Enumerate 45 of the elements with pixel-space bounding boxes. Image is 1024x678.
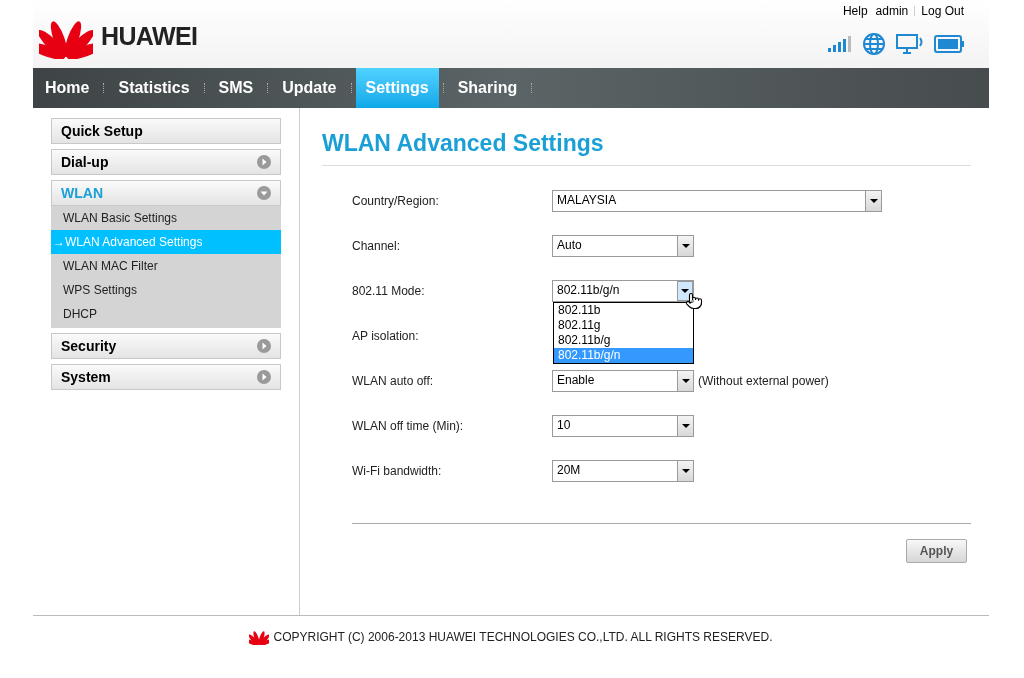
header-link[interactable]: admin	[875, 2, 909, 20]
signal-bars-icon	[828, 36, 852, 52]
nav-tab[interactable]: SMS	[208, 68, 264, 108]
copyright-text: COPYRIGHT (C) 2006-2013 HUAWEI TECHNOLOGIES CO.,LTD. ALL RIGHTS RESERVED.	[273, 629, 773, 646]
field-label: Channel:	[352, 237, 402, 255]
field-label: WLAN auto off:	[352, 372, 435, 390]
field-note: (Without external power)	[698, 372, 829, 390]
sidebar-group[interactable]: Dial-up	[51, 149, 281, 175]
brand-name: HUAWEI	[101, 21, 198, 53]
field-label: WLAN off time (Min):	[352, 417, 465, 435]
dropdown-option[interactable]: 802.11b/g	[554, 332, 693, 348]
nav-tab[interactable]: Statistics	[108, 68, 200, 108]
chevron-right-icon	[257, 339, 271, 353]
select-field[interactable]: Enable	[552, 369, 694, 392]
sidebar-group[interactable]: Quick Setup	[51, 118, 281, 144]
chevron-right-icon	[257, 370, 271, 384]
sidebar-item[interactable]: WPS Settings	[51, 278, 281, 302]
field-label: Country/Region:	[352, 192, 440, 210]
monitor-icon	[896, 34, 924, 54]
nav-tab[interactable]: Sharing	[447, 68, 528, 108]
nav-tab[interactable]: Home	[35, 68, 100, 108]
page-title: WLAN Advanced Settings	[322, 126, 971, 166]
sidebar-item[interactable]: DHCP	[51, 302, 281, 326]
globe-icon	[862, 32, 886, 56]
sidebar-group[interactable]: Security	[51, 333, 281, 359]
header-link[interactable]: Help	[842, 2, 868, 20]
sidebar-group[interactable]: System	[51, 364, 281, 390]
field-label: AP isolation:	[352, 327, 420, 345]
sidebar-item[interactable]: WLAN Basic Settings	[51, 206, 281, 230]
chevron-down-icon	[257, 186, 271, 200]
dropdown-option[interactable]: 802.11g	[554, 317, 693, 333]
select-field[interactable]: MALAYSIA	[552, 189, 882, 212]
header-link[interactable]: Log Out	[921, 2, 964, 20]
apply-button[interactable]: Apply	[906, 538, 967, 563]
nav-tab[interactable]: Update	[272, 68, 347, 108]
select-field[interactable]: Auto	[552, 234, 694, 257]
battery-icon	[934, 35, 964, 53]
sidebar-item[interactable]: WLAN MAC Filter	[51, 254, 281, 278]
logo-icon	[249, 629, 270, 645]
select-field[interactable]: 20M	[552, 459, 694, 482]
field-label: Wi-Fi bandwidth:	[352, 462, 443, 480]
field-label: 802.11 Mode:	[352, 282, 426, 300]
select-field[interactable]: 10	[552, 414, 694, 437]
select-field[interactable]: 802.11b/g/n	[552, 279, 694, 302]
chevron-right-icon	[257, 155, 271, 169]
